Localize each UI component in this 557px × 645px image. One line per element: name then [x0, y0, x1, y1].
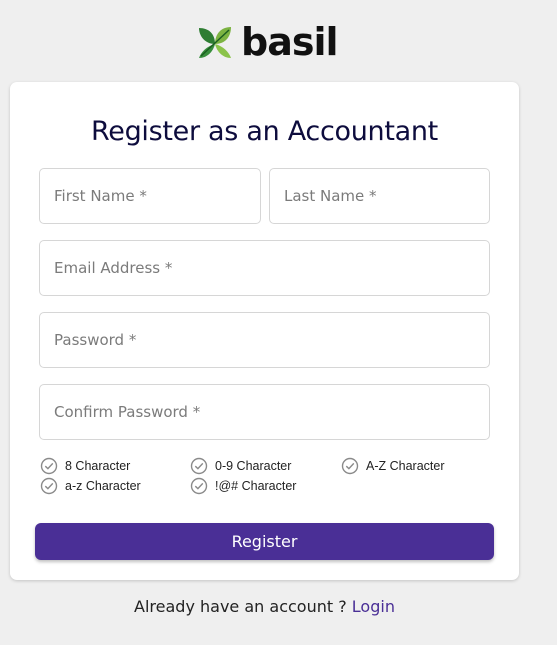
rule-label: 8 Character: [65, 459, 131, 473]
check-circle-icon: [40, 477, 58, 495]
email-placeholder: Email Address *: [54, 259, 173, 277]
login-prompt: Already have an account ? Login: [0, 597, 529, 616]
rule-label: a-z Character: [65, 479, 141, 493]
login-prompt-text: Already have an account ?: [134, 597, 347, 616]
register-card: Register as an Accountant First Name * L…: [10, 82, 519, 580]
brand-name: basil: [241, 20, 339, 64]
rule-label: 0-9 Character: [215, 459, 292, 473]
last-name-field[interactable]: Last Name *: [269, 168, 490, 224]
rule-digit: 0-9 Character: [190, 457, 291, 475]
page-title: Register as an Accountant: [91, 116, 438, 147]
first-name-placeholder: First Name *: [54, 187, 147, 205]
rule-lowercase: a-z Character: [40, 477, 141, 495]
check-circle-icon: [190, 477, 208, 495]
email-field[interactable]: Email Address *: [39, 240, 490, 296]
login-link[interactable]: Login: [352, 597, 395, 616]
rule-label: A-Z Character: [366, 459, 445, 473]
password-placeholder: Password *: [54, 331, 137, 349]
last-name-placeholder: Last Name *: [284, 187, 377, 205]
confirm-password-placeholder: Confirm Password *: [54, 403, 201, 421]
first-name-field[interactable]: First Name *: [39, 168, 261, 224]
check-circle-icon: [341, 457, 359, 475]
password-rules: 8 Character 0-9 Character A-Z Character …: [40, 457, 500, 497]
rule-uppercase: A-Z Character: [341, 457, 445, 475]
check-circle-icon: [190, 457, 208, 475]
rule-length: 8 Character: [40, 457, 130, 475]
brand-logo: basil: [195, 20, 339, 64]
register-button[interactable]: Register: [35, 523, 494, 560]
rule-special: !@# Character: [190, 477, 296, 495]
rule-label: !@# Character: [215, 479, 297, 493]
confirm-password-field[interactable]: Confirm Password *: [39, 384, 490, 440]
check-circle-icon: [40, 457, 58, 475]
leaf-icon: [199, 27, 231, 58]
password-field[interactable]: Password *: [39, 312, 490, 368]
